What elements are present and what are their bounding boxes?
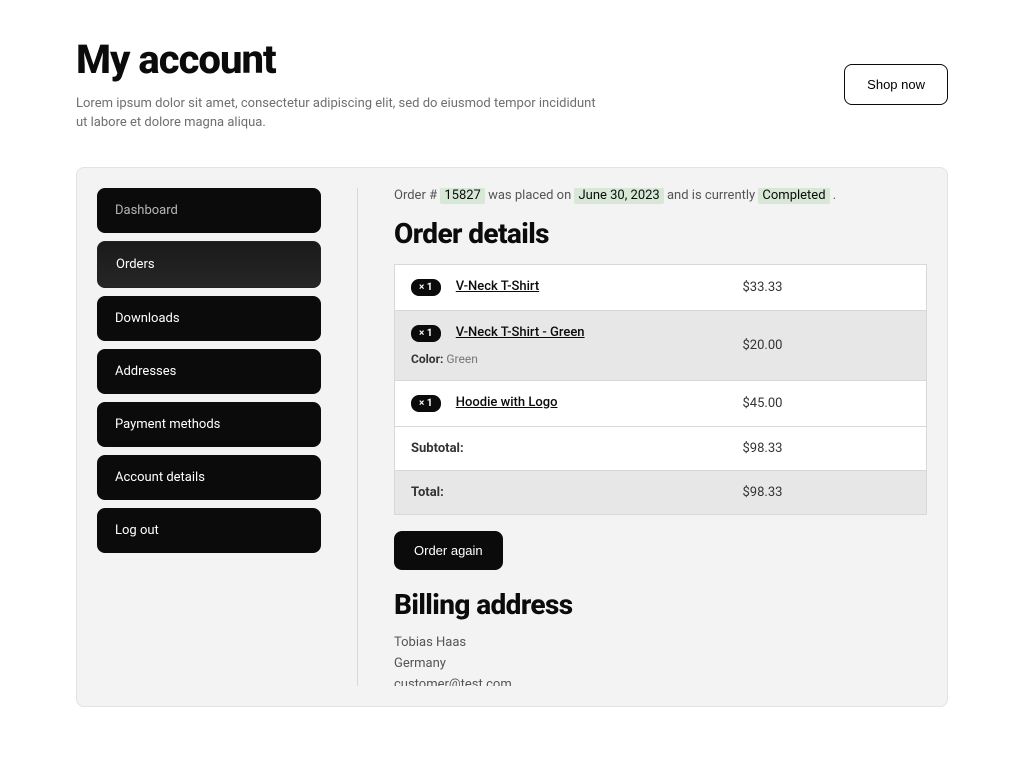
- sidebar-item-downloads[interactable]: Downloads: [97, 296, 321, 341]
- billing-email: customer@test.com: [394, 677, 927, 686]
- order-summary-line: Order # 15827 was placed on June 30, 202…: [394, 188, 927, 203]
- account-sidebar: Dashboard Orders Downloads Addresses Pay…: [97, 188, 321, 686]
- sidebar-item-account-details[interactable]: Account details: [97, 455, 321, 500]
- product-link[interactable]: V-Neck T-Shirt - Green: [456, 325, 585, 340]
- line-total: $20.00: [727, 310, 927, 380]
- variation-label: Color:: [411, 352, 443, 366]
- order-mid1: was placed on: [488, 188, 574, 203]
- subtotal-label: Subtotal:: [395, 426, 727, 470]
- total-label: Total:: [395, 470, 727, 514]
- product-variation: Color: Green: [411, 352, 711, 366]
- total-value: $98.33: [727, 470, 927, 514]
- order-mid2: and is currently: [667, 188, 758, 203]
- table-row: × 1 V-Neck T-Shirt $33.33: [395, 264, 927, 310]
- variation-value: Green: [446, 352, 477, 366]
- qty-badge: × 1: [411, 279, 441, 296]
- line-total: $45.00: [727, 380, 927, 426]
- sidebar-item-orders[interactable]: Orders: [97, 241, 321, 288]
- billing-address-heading: Billing address: [394, 588, 927, 621]
- order-number: 15827: [440, 188, 485, 204]
- order-prefix: Order #: [394, 188, 437, 203]
- total-row: Total: $98.33: [395, 470, 927, 514]
- order-status: Completed: [758, 188, 829, 204]
- table-row: × 1 Hoodie with Logo $45.00: [395, 380, 927, 426]
- order-again-button[interactable]: Order again: [394, 531, 503, 570]
- billing-country: Germany: [394, 656, 927, 671]
- qty-badge: × 1: [411, 325, 441, 342]
- account-content: Dashboard Orders Downloads Addresses Pay…: [76, 167, 948, 707]
- page-title: My account: [76, 36, 596, 83]
- table-row: × 1 V-Neck T-Shirt - Green Color: Green …: [395, 310, 927, 380]
- subtotal-value: $98.33: [727, 426, 927, 470]
- sidebar-item-dashboard[interactable]: Dashboard: [97, 188, 321, 233]
- line-total: $33.33: [727, 264, 927, 310]
- product-link[interactable]: V-Neck T-Shirt: [456, 279, 539, 294]
- sidebar-item-addresses[interactable]: Addresses: [97, 349, 321, 394]
- order-details-table: × 1 V-Neck T-Shirt $33.33 × 1 V-Neck T-S…: [394, 264, 927, 515]
- order-suffix: .: [833, 188, 836, 203]
- subtotal-row: Subtotal: $98.33: [395, 426, 927, 470]
- qty-badge: × 1: [411, 395, 441, 412]
- order-date: June 30, 2023: [574, 188, 663, 204]
- page-description: Lorem ipsum dolor sit amet, consectetur …: [76, 95, 596, 133]
- sidebar-item-payment-methods[interactable]: Payment methods: [97, 402, 321, 447]
- product-link[interactable]: Hoodie with Logo: [456, 395, 558, 410]
- shop-now-button[interactable]: Shop now: [844, 64, 948, 105]
- sidebar-item-log-out[interactable]: Log out: [97, 508, 321, 553]
- billing-name: Tobias Haas: [394, 635, 927, 650]
- order-details-heading: Order details: [394, 217, 927, 250]
